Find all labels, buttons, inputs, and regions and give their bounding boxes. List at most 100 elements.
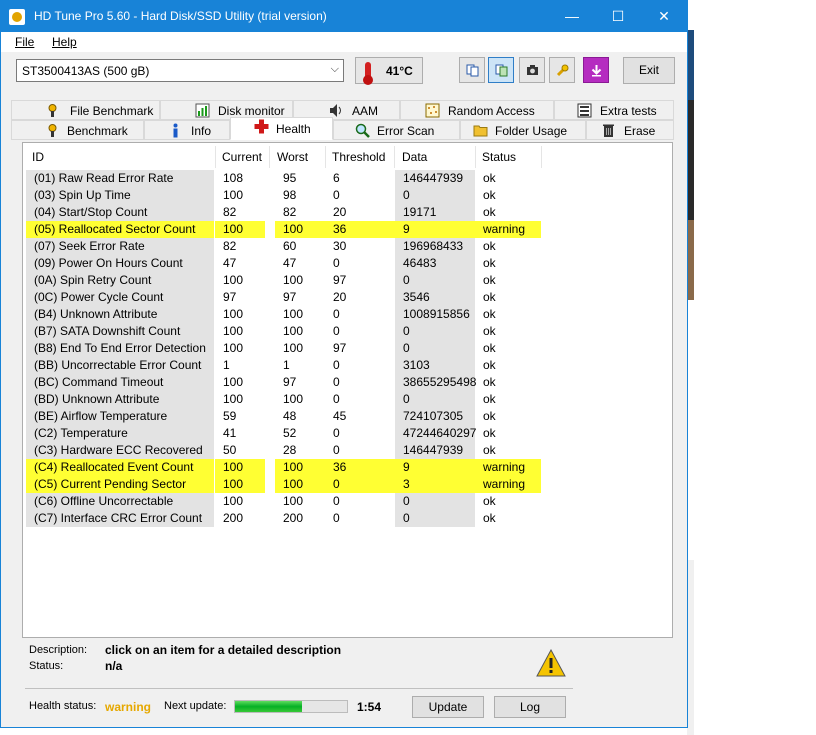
cell-status: ok: [483, 494, 496, 508]
cell-worst: 48: [283, 409, 297, 423]
tab-benchmark[interactable]: Benchmark: [11, 120, 144, 140]
chevron-down-icon: ⌵: [330, 63, 339, 75]
minimize-button[interactable]: —: [549, 1, 595, 32]
column-header-id[interactable]: ID: [32, 150, 44, 164]
cell-current: 82: [223, 205, 237, 219]
table-row[interactable]: (B7) SATA Downshift Count 100 100 0 0 ok: [23, 323, 674, 340]
table-row[interactable]: (01) Raw Read Error Rate 108 95 6 146447939 o…: [23, 170, 674, 187]
cell-current: 97: [223, 290, 237, 304]
copy-text-button[interactable]: [459, 57, 485, 83]
table-row[interactable]: (C7) Interface CRC Error Count 200 200 0 0 ok: [23, 510, 674, 527]
table-row[interactable]: (0A) Spin Retry Count 100 100 97 0 ok: [23, 272, 674, 289]
description-value: click on an item for a detailed descript…: [105, 643, 342, 657]
table-row[interactable]: (B8) End To End Error Detection 100 100 97 0…: [23, 340, 674, 357]
table-row[interactable]: (BB) Uncorrectable Error Count 1 1 0 3103 ok: [23, 357, 674, 374]
cell-status: ok: [483, 426, 496, 440]
table-row[interactable]: (07) Seek Error Rate 82 60 30 196968433 ok: [23, 238, 674, 255]
table-row[interactable]: (05) Reallocated Sector Count 100 100 36 9 wa…: [23, 221, 674, 238]
table-row[interactable]: (BD) Unknown Attribute 100 100 0 0 ok: [23, 391, 674, 408]
column-header-worst[interactable]: Worst: [277, 150, 308, 164]
cell-id: (0A) Spin Retry Count: [26, 272, 214, 289]
tab-label: Info: [191, 124, 212, 138]
copy-text-icon: [466, 64, 479, 77]
cell-worst: 100: [275, 221, 325, 238]
table-row[interactable]: (03) Spin Up Time 100 98 0 0 ok: [23, 187, 674, 204]
cell-current: 100: [223, 341, 244, 355]
tab-folder-usage[interactable]: Folder Usage: [460, 120, 586, 140]
health-cross-icon: [254, 119, 269, 134]
table-row[interactable]: (0C) Power Cycle Count 97 97 20 3546 ok: [23, 289, 674, 306]
copy-screenshot-button[interactable]: [488, 57, 514, 83]
cell-id: (B4) Unknown Attribute: [26, 306, 214, 323]
tab-label: Folder Usage: [495, 124, 568, 138]
drive-select[interactable]: ST3500413AS (500 gB) ⌵: [16, 59, 344, 82]
cell-data: 46483: [395, 255, 475, 272]
cell-status: ok: [483, 239, 496, 253]
cell-data: 0: [395, 187, 475, 204]
speaker-icon: [330, 104, 341, 117]
tab-extra-tests[interactable]: Extra tests: [554, 100, 674, 120]
cell-data: 0: [395, 493, 475, 510]
table-row[interactable]: (B4) Unknown Attribute 100 100 0 1008915856 o…: [23, 306, 674, 323]
cell-current: 82: [223, 239, 237, 253]
random-access-icon: [425, 103, 440, 118]
cell-threshold: 0: [333, 443, 340, 457]
tab-erase[interactable]: Erase: [586, 120, 674, 140]
table-row[interactable]: (C6) Offline Uncorrectable 100 100 0 0 ok: [23, 493, 674, 510]
column-header-status[interactable]: Status: [482, 150, 516, 164]
tab-file-benchmark[interactable]: File Benchmark: [11, 100, 160, 120]
close-button[interactable]: ✕: [641, 1, 687, 32]
cell-threshold: 20: [333, 290, 347, 304]
tab-info[interactable]: Info: [144, 120, 230, 140]
cell-threshold: 0: [333, 511, 340, 525]
options-button[interactable]: [549, 57, 575, 83]
cell-id: (B7) SATA Downshift Count: [26, 323, 214, 340]
column-header-current[interactable]: Current: [222, 150, 262, 164]
save-button[interactable]: [583, 57, 609, 83]
table-row[interactable]: (09) Power On Hours Count 47 47 0 46483 ok: [23, 255, 674, 272]
cell-id: (01) Raw Read Error Rate: [26, 170, 214, 187]
table-row[interactable]: (BE) Airflow Temperature 59 48 45 724107305 o…: [23, 408, 674, 425]
cell-current: 100: [223, 392, 244, 406]
table-row[interactable]: (C5) Current Pending Sector 100 100 0 3 warni…: [23, 476, 674, 493]
cell-threshold: 6: [333, 171, 340, 185]
cell-status: ok: [483, 409, 496, 423]
tab-strip: File Benchmark Disk monitor AAM Random A…: [11, 100, 676, 142]
cell-data: 0: [395, 391, 475, 408]
cell-threshold: 0: [333, 375, 340, 389]
cell-threshold: 30: [333, 239, 347, 253]
table-row[interactable]: (C4) Reallocated Event Count 100 100 36 9 war…: [23, 459, 674, 476]
exit-button[interactable]: Exit: [623, 57, 675, 84]
update-button[interactable]: Update: [412, 696, 484, 718]
table-header: ID Current Worst Threshold Data Status: [23, 146, 674, 168]
menu-file[interactable]: File: [15, 35, 34, 49]
cell-threshold: 0: [333, 324, 340, 338]
thermometer-icon: [363, 62, 373, 85]
cell-worst: 100: [283, 307, 304, 321]
maximize-button[interactable]: ☐: [595, 1, 641, 32]
screenshot-button[interactable]: [519, 57, 545, 83]
tab-health[interactable]: Health: [230, 117, 333, 140]
table-row[interactable]: (04) Start/Stop Count 82 82 20 19171 ok: [23, 204, 674, 221]
cell-status: ok: [483, 307, 496, 321]
warning-icon: [536, 649, 566, 677]
table-row[interactable]: (BC) Command Timeout 100 97 0 38655295498 ok: [23, 374, 674, 391]
status-label: Status:: [29, 660, 64, 672]
log-button[interactable]: Log: [494, 696, 566, 718]
description-panel: Description: click on an item for a deta…: [22, 642, 673, 684]
menu-help[interactable]: Help: [52, 35, 77, 49]
cell-id: (07) Seek Error Rate: [26, 238, 214, 255]
table-row[interactable]: (C3) Hardware ECC Recovered 50 28 0 14644793…: [23, 442, 674, 459]
tab-random-access[interactable]: Random Access: [400, 100, 554, 120]
cell-threshold: 20: [333, 205, 347, 219]
tab-error-scan[interactable]: Error Scan: [333, 120, 460, 140]
cell-worst: 47: [283, 256, 297, 270]
wrench-icon: [556, 64, 569, 77]
column-header-threshold[interactable]: Threshold: [332, 150, 385, 164]
column-header-data[interactable]: Data: [402, 150, 427, 164]
smart-table[interactable]: ID Current Worst Threshold Data Status (…: [22, 142, 673, 638]
title-bar[interactable]: HD Tune Pro 5.60 - Hard Disk/SSD Utility…: [1, 1, 687, 32]
cell-worst: 100: [283, 494, 304, 508]
cell-threshold: 0: [333, 188, 340, 202]
table-row[interactable]: (C2) Temperature 41 52 0 47244640297 ok: [23, 425, 674, 442]
